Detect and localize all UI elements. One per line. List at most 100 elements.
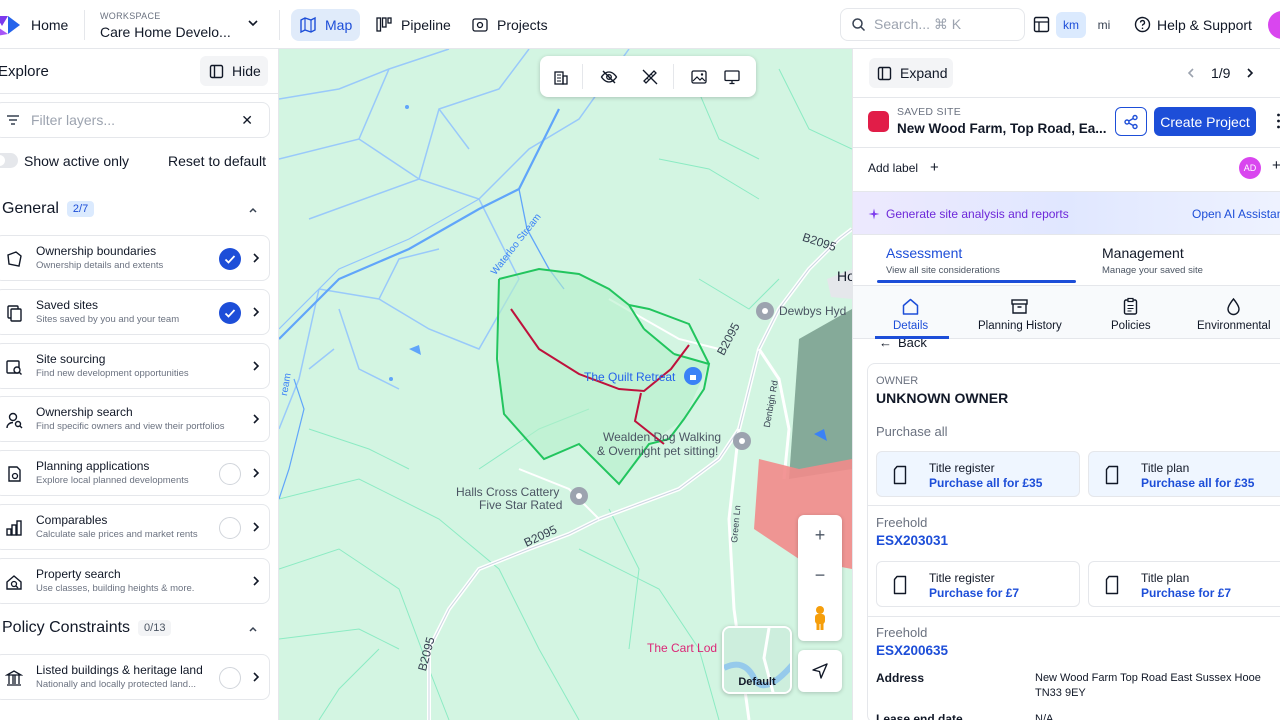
- layer-subtitle: Calculate sale prices and market rents: [36, 529, 198, 540]
- unit-km[interactable]: km: [1056, 12, 1086, 38]
- layer-checkbox[interactable]: [219, 248, 241, 270]
- generate-analysis-link[interactable]: Generate site analysis and reports: [868, 207, 1069, 221]
- home-link[interactable]: Home: [31, 17, 68, 33]
- layer-checkbox[interactable]: [219, 301, 241, 324]
- create-project-button[interactable]: Create Project: [1154, 107, 1256, 136]
- layer-subtitle: Nationally and locally protected land...: [36, 679, 197, 690]
- chevron-down-icon[interactable]: [246, 16, 260, 30]
- divider: [853, 147, 1280, 148]
- projects-icon: [472, 18, 488, 32]
- layer-title: Listed buildings & heritage land: [36, 663, 203, 677]
- chevron-right-icon[interactable]: [249, 251, 263, 265]
- monitor-icon[interactable]: [723, 68, 741, 86]
- section-header-general[interactable]: General 2/7: [2, 200, 95, 218]
- layer-title: Ownership search: [36, 405, 133, 420]
- zoom-out-button[interactable]: −: [798, 565, 842, 586]
- layer-card[interactable]: Ownership search Find specific owners and…: [0, 396, 270, 443]
- nav-projects[interactable]: Projects: [463, 9, 556, 41]
- nav-map-label: Map: [325, 17, 353, 33]
- layer-card[interactable]: Site sourcing Find new development opport…: [0, 342, 270, 389]
- clear-filter-icon[interactable]: ✕: [241, 112, 253, 129]
- expand-label: Expand: [900, 65, 948, 81]
- expand-button[interactable]: Expand: [869, 58, 953, 88]
- poi-label: Dewbys Hyd: [779, 304, 847, 318]
- layer-checkbox[interactable]: [219, 463, 241, 486]
- title-number-link[interactable]: ESX200635: [876, 643, 948, 658]
- subtab-label: Policies: [1111, 320, 1151, 332]
- title-plan-purchase-all[interactable]: Title plan Purchase all for £35: [1088, 451, 1280, 497]
- add-assignee-icon[interactable]: +: [1272, 157, 1280, 174]
- section-count-badge: 0/13: [138, 620, 172, 636]
- site-color-swatch[interactable]: [868, 111, 889, 132]
- reset-to-default-link[interactable]: Reset to default: [168, 153, 266, 169]
- workspace-selector[interactable]: Care Home Develo...: [100, 24, 231, 40]
- chevron-up-icon[interactable]: [247, 623, 259, 635]
- subtab-label: Environmental: [1197, 320, 1271, 332]
- section-header-policy-constraints[interactable]: Policy Constraints 0/13: [2, 619, 172, 637]
- poi-label: The Cart Lod: [647, 641, 718, 655]
- subtab-environmental[interactable]: Environmental: [1197, 297, 1271, 332]
- droplet-icon: [1227, 297, 1240, 316]
- layer-card[interactable]: Planning applications Explore local plann…: [0, 450, 270, 497]
- chevron-right-icon[interactable]: [249, 574, 263, 588]
- layer-card[interactable]: Ownership boundaries Ownership details an…: [0, 235, 270, 281]
- layer-card[interactable]: Property search Use classes, building hei…: [0, 557, 270, 604]
- heritage-icon: [5, 670, 23, 686]
- tab-assessment[interactable]: Assessment View all site considerations: [886, 245, 1000, 276]
- share-button[interactable]: [1115, 107, 1147, 136]
- zoom-in-button[interactable]: +: [798, 525, 842, 546]
- unit-mi[interactable]: mi: [1089, 12, 1119, 38]
- owner-name: UNKNOWN OWNER: [876, 390, 1009, 406]
- layer-checkbox[interactable]: [219, 667, 241, 689]
- chevron-up-icon[interactable]: [247, 204, 259, 216]
- map-canvas[interactable]: B2095 B2095 B2095 B2095 Waterloo Stream …: [279, 49, 852, 720]
- open-ai-assistant-link[interactable]: Open AI Assistant: [1192, 207, 1280, 221]
- plus-icon: +: [930, 159, 939, 176]
- active-subtab-indicator: [875, 336, 949, 339]
- filter-layers-input[interactable]: Filter layers... ✕: [0, 102, 270, 138]
- divider: [853, 97, 1280, 98]
- title-number-link[interactable]: ESX203031: [876, 533, 948, 548]
- comparables-icon: [6, 520, 22, 536]
- chevron-right-icon[interactable]: [249, 670, 263, 684]
- tab-subtitle: View all site considerations: [886, 265, 1000, 276]
- assignee-avatar[interactable]: AD: [1239, 157, 1261, 179]
- eye-off-icon[interactable]: [600, 68, 618, 86]
- title-plan-purchase[interactable]: Title plan Purchase for £7: [1088, 561, 1280, 607]
- chevron-right-icon[interactable]: [249, 466, 263, 480]
- title-register-purchase[interactable]: Title register Purchase for £7: [876, 561, 1080, 607]
- layer-card[interactable]: Saved sites Sites saved by you and your t…: [0, 288, 270, 335]
- image-icon[interactable]: [690, 68, 708, 86]
- chevron-right-icon[interactable]: [249, 412, 263, 426]
- nav-map[interactable]: Map: [291, 9, 361, 41]
- layer-card[interactable]: Comparables Calculate sale prices and mar…: [0, 504, 270, 550]
- show-active-toggle[interactable]: [0, 153, 18, 168]
- subtab-policies[interactable]: Policies: [1111, 297, 1151, 332]
- buildings-icon[interactable]: [552, 68, 570, 86]
- layer-card[interactable]: Listed buildings & heritage land National…: [0, 654, 270, 700]
- app-logo-icon[interactable]: [0, 12, 22, 38]
- street-view-pegman-icon[interactable]: [811, 605, 829, 631]
- add-label-button[interactable]: Add label +: [868, 159, 939, 176]
- layer-checkbox[interactable]: [219, 517, 241, 539]
- chevron-left-icon[interactable]: [1185, 67, 1197, 79]
- table-icon[interactable]: [1033, 16, 1050, 33]
- search-icon: [852, 18, 866, 32]
- subtab-planning-history[interactable]: Planning History: [978, 297, 1062, 332]
- basemap-switcher[interactable]: Default: [722, 626, 792, 694]
- title-register-purchase-all[interactable]: Title register Purchase all for £35: [876, 451, 1080, 497]
- nav-pipeline[interactable]: Pipeline: [367, 9, 459, 41]
- hide-panel-button[interactable]: Hide: [200, 56, 268, 86]
- chevron-right-icon[interactable]: [1244, 67, 1256, 79]
- basemap-label: Default: [738, 676, 776, 688]
- chevron-right-icon[interactable]: [249, 305, 263, 319]
- help-support-button[interactable]: Help & Support: [1134, 16, 1252, 33]
- my-location-button[interactable]: [798, 650, 842, 692]
- ruler-off-icon[interactable]: [641, 68, 659, 86]
- chevron-right-icon[interactable]: [249, 520, 263, 534]
- search-input[interactable]: Search... ⌘ K: [840, 8, 1025, 41]
- user-avatar[interactable]: [1268, 11, 1280, 39]
- tab-management[interactable]: Management Manage your saved site: [1102, 245, 1203, 276]
- chevron-right-icon[interactable]: [249, 359, 263, 373]
- subtab-details[interactable]: Details: [893, 297, 928, 332]
